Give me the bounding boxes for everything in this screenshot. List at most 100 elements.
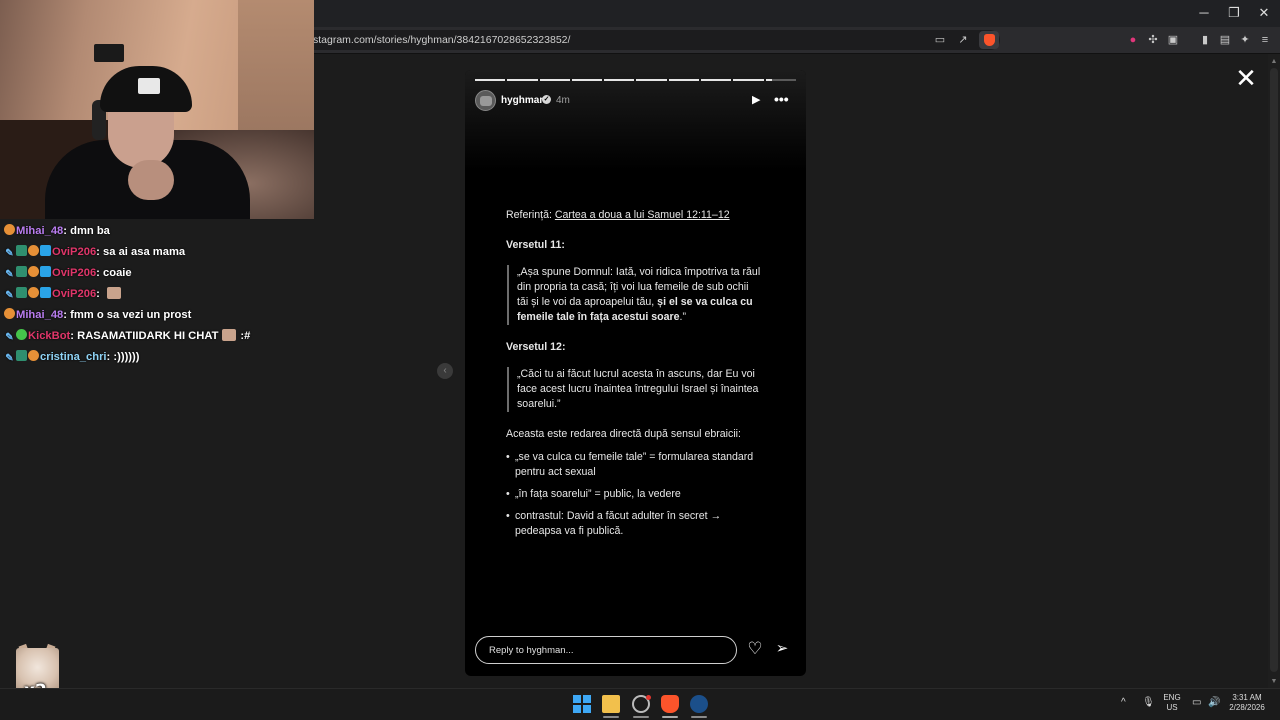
share-icon[interactable]: ↗ — [956, 33, 970, 47]
restore-button[interactable]: ❐ — [1219, 5, 1249, 21]
folder-icon[interactable] — [602, 695, 620, 713]
chat-username[interactable]: OviP206 — [52, 267, 96, 279]
chat-badges: ✎ — [4, 349, 40, 366]
close-icon[interactable]: ✕ — [1234, 65, 1258, 91]
progress-segment — [507, 79, 538, 81]
url-text[interactable]: stagram.com/stories/hyghman/384216702865… — [313, 34, 570, 46]
chat-username[interactable]: OviP206 — [52, 246, 96, 258]
taskbar-indicator — [691, 716, 707, 718]
taskbar-indicator — [662, 716, 678, 718]
minimize-button[interactable]: ─ — [1189, 5, 1219, 21]
chat-username[interactable]: cristina_chri — [40, 351, 107, 363]
extension-icon[interactable]: ● — [1126, 33, 1140, 47]
story-username[interactable]: hyghman — [501, 95, 545, 106]
language-indicator[interactable]: ENG US — [1160, 693, 1184, 713]
paw-badge-icon — [28, 266, 39, 277]
progress-segment — [636, 79, 667, 81]
list-item: contrastul: David a făcut adulter în sec… — [506, 509, 761, 539]
chat-username[interactable]: Mihai_48 — [16, 225, 63, 237]
chat-separator: : — [96, 288, 104, 300]
reply-placeholder: Reply to hyghman... — [489, 645, 574, 656]
progress-segment — [604, 79, 635, 81]
heart-icon[interactable]: ♡ — [746, 640, 764, 658]
menu-icon[interactable]: ≡ — [1258, 33, 1272, 47]
reply-input[interactable]: Reply to hyghman... — [475, 636, 737, 664]
progress-segment — [539, 79, 570, 81]
wallet-icon[interactable]: ▤ — [1218, 33, 1232, 47]
story-text: Referință: Cartea a doua a lui Samuel 12… — [506, 208, 761, 546]
pen-badge-icon: ✎ — [5, 269, 14, 280]
chat-badges: ✎ — [4, 244, 52, 261]
chat-username[interactable]: KickBot — [28, 330, 70, 342]
clock[interactable]: 3:31 AM 2/28/2026 — [1224, 693, 1270, 713]
chat-text: sa ai asa mama — [103, 246, 186, 258]
story-header-gradient — [465, 70, 806, 170]
cube-badge-icon — [40, 266, 51, 277]
list-item: „se va culca cu femeile tale” = formular… — [506, 450, 761, 480]
paw-badge-icon — [28, 350, 39, 361]
chat-message: Mihai_48: fmm o sa vezi un prost — [0, 307, 314, 328]
more-icon[interactable]: ••• — [774, 92, 790, 106]
scroll-down-icon[interactable]: ▼ — [1270, 678, 1278, 686]
windows-start-icon[interactable] — [573, 695, 591, 713]
chat-text: fmm o sa vezi un prost — [70, 309, 192, 321]
explanation-list: „se va culca cu femeile tale” = formular… — [506, 450, 761, 539]
leo-ai-icon[interactable]: ✦ — [1238, 33, 1252, 47]
tab-icon[interactable]: ▣ — [1166, 33, 1180, 47]
reference-line: Referință: Cartea a doua a lui Samuel 12… — [506, 208, 761, 223]
network-icon[interactable]: ▭ — [1192, 697, 1201, 708]
chat-badges: ✎ — [4, 328, 28, 345]
story-age: 4m — [556, 95, 570, 106]
grid-badge-icon — [16, 266, 27, 277]
extensions-puzzle-icon[interactable]: ✣ — [1146, 33, 1160, 47]
window-close-button[interactable]: ✕ — [1249, 5, 1279, 21]
chat-username[interactable]: OviP206 — [52, 288, 96, 300]
chat-message: Mihai_48: dmn ba — [0, 223, 314, 244]
verse-12-quote: „Căci tu ai făcut lucrul acesta în ascun… — [507, 367, 761, 412]
chat-badges — [4, 307, 16, 324]
verse-11-quote: „Așa spune Domnul: Iată, voi ridica împo… — [507, 265, 761, 325]
sidebar-icon[interactable]: ▮ — [1198, 33, 1212, 47]
progress-segment — [765, 79, 796, 81]
verse-11-heading: Versetul 11: — [506, 239, 565, 251]
chat-emote — [107, 287, 122, 299]
grid-badge-icon — [16, 245, 27, 256]
chevron-left-icon[interactable]: ‹ — [437, 363, 453, 379]
chat-badges — [4, 223, 16, 240]
region-code: US — [1166, 703, 1178, 712]
pen-badge-icon: ✎ — [5, 290, 14, 301]
verse-11-end: .” — [679, 311, 686, 323]
webcam-overlay — [0, 0, 314, 219]
brave-shields-icon[interactable] — [979, 31, 999, 49]
bot-badge-icon — [16, 329, 27, 340]
chat-username[interactable]: Mihai_48 — [16, 309, 63, 321]
chevron-up-icon[interactable]: ^ — [1121, 697, 1126, 708]
explanation-intro: Aceasta este redarea directă după sensul… — [506, 428, 741, 440]
grid-badge-icon — [16, 350, 27, 361]
paw-badge-icon — [28, 245, 39, 256]
reader-mode-icon[interactable]: ▭ — [933, 33, 947, 47]
cube-badge-icon — [40, 287, 51, 298]
scroll-up-icon[interactable]: ▲ — [1270, 58, 1278, 66]
chat-suffix: :# — [240, 330, 251, 342]
microphone-icon[interactable]: 🎙 — [1142, 697, 1155, 708]
story-card[interactable]: hyghman ✓ 4m ▶ ••• Referință: Cartea a d… — [465, 70, 806, 676]
chat-badges: ✎ — [4, 286, 52, 303]
paw-badge-icon — [4, 224, 15, 235]
scrollbar-thumb[interactable] — [1270, 68, 1278, 672]
chat-text: RASAMATIIDARK HI CHAT — [77, 330, 219, 342]
chat-message: ✎ OviP206: sa ai asa mama — [0, 244, 314, 265]
play-icon[interactable]: ▶ — [752, 94, 764, 106]
avatar[interactable] — [475, 90, 496, 111]
pen-badge-icon: ✎ — [5, 353, 14, 364]
volume-icon[interactable]: 🔊 — [1208, 697, 1220, 708]
cube-badge-icon — [40, 245, 51, 256]
chat-badges: ✎ — [4, 265, 52, 282]
chat-emote — [222, 329, 237, 341]
paw-badge-icon — [28, 287, 39, 298]
brave-icon[interactable] — [661, 695, 679, 713]
chat-message: ✎ OviP206: — [0, 286, 314, 307]
send-icon[interactable]: ➢ — [773, 640, 791, 658]
clock-date: 2/28/2026 — [1229, 703, 1265, 712]
steam-icon[interactable] — [690, 695, 708, 713]
